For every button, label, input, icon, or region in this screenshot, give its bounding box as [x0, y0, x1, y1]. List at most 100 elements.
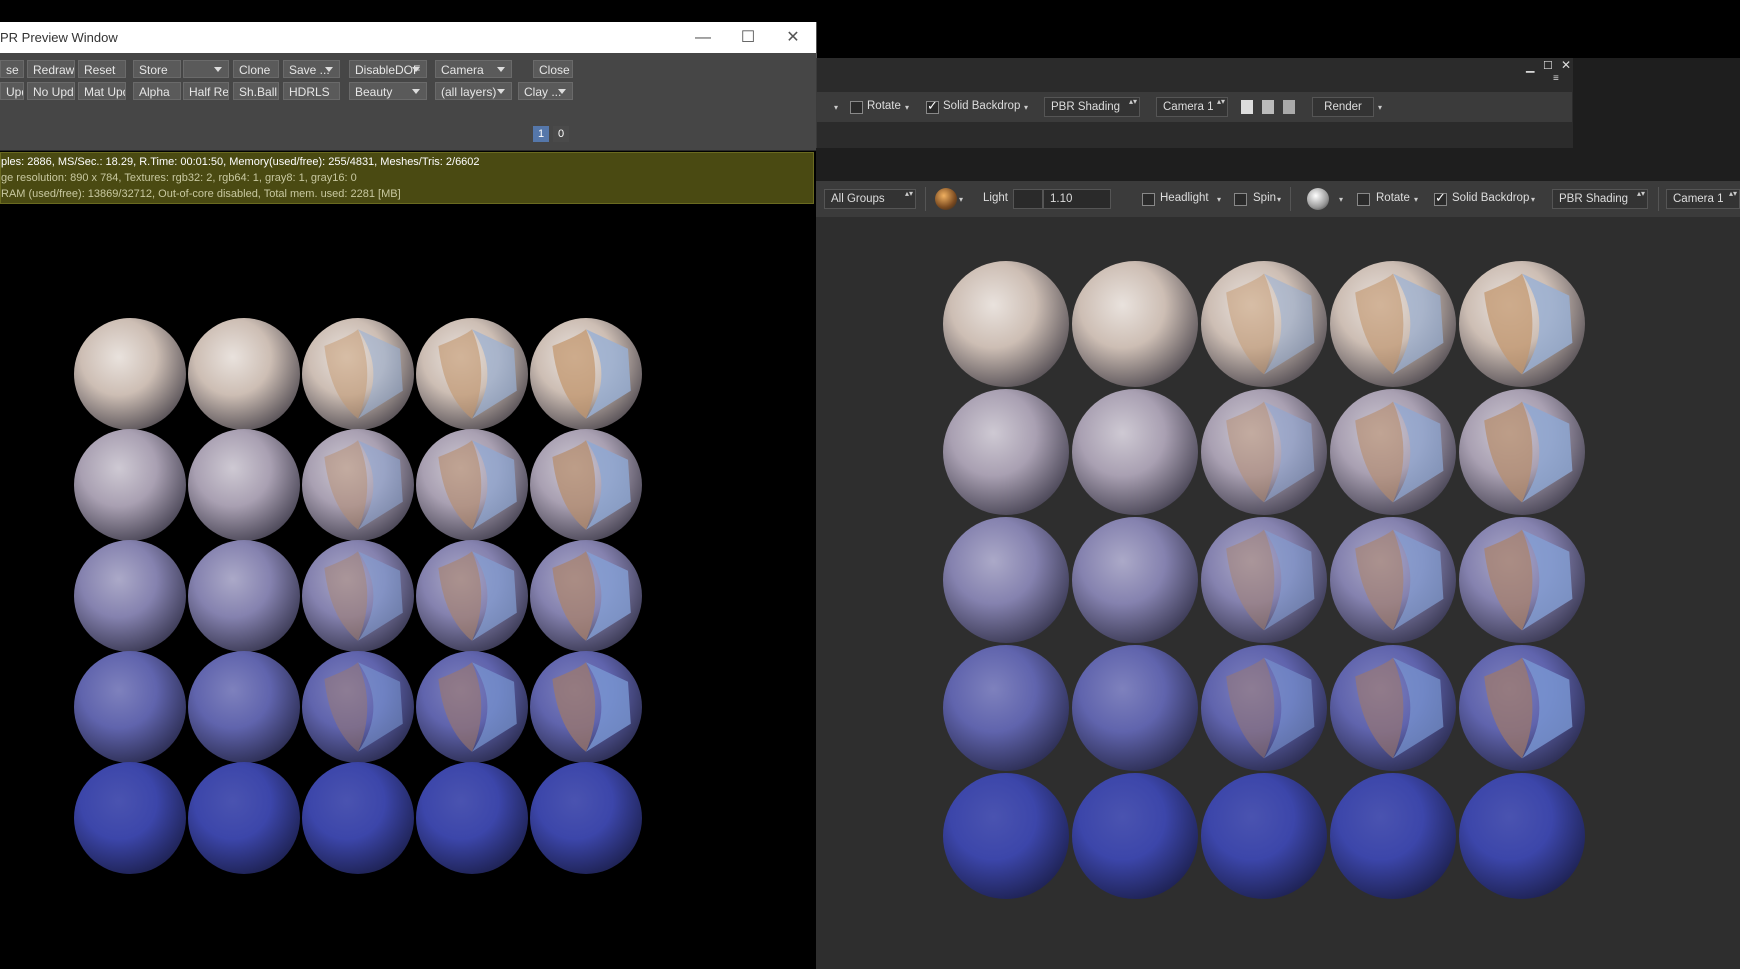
viewport-toolbar: All Groups ▾ Light 1.10 Headlight ▾ Spin… [816, 181, 1740, 217]
light-slider[interactable] [1013, 189, 1043, 209]
chevron-down-icon[interactable]: ▾ [1339, 195, 1343, 204]
camera-dropdown[interactable]: Camera [435, 60, 512, 78]
shader-ball [943, 773, 1069, 899]
alpha-button[interactable]: Alpha [133, 82, 181, 100]
shader-ball [1072, 517, 1198, 643]
shader-ball [530, 762, 642, 874]
close-icon[interactable]: ✕ [770, 22, 816, 53]
trash-icon[interactable] [1283, 100, 1295, 114]
shader-ball [188, 762, 300, 874]
half-res-button[interactable]: Half Res [183, 82, 229, 100]
shader-ball [416, 762, 528, 874]
maximize-icon[interactable]: ☐ [725, 22, 771, 53]
camera-select[interactable]: Camera 1 [1156, 97, 1228, 117]
shader-ball [74, 318, 186, 430]
spin-label: Spin [1253, 192, 1277, 204]
shading-select[interactable]: PBR Shading [1044, 97, 1140, 117]
status-line-samples: ples: 2886, MS/Sec.: 18.29, R.Time: 00:0… [1, 156, 480, 168]
shader-ball [943, 261, 1069, 387]
shader-ball [1330, 773, 1456, 899]
title-bar: PR Preview Window — ☐ ✕ [0, 22, 816, 53]
chevron-down-icon[interactable]: ▾ [1217, 195, 1221, 204]
render-button[interactable]: Render [1312, 97, 1374, 117]
layout-viewport: ▁ ☐ ✕ ≡ ▾ Rotate ▾ Solid Backdrop ▾ PBR … [816, 58, 1740, 969]
toolbar-divider [925, 187, 926, 211]
rotate-checkbox[interactable] [1357, 193, 1370, 206]
shader-ball [188, 651, 300, 763]
shader-ball-button[interactable]: Sh.Ball [233, 82, 279, 100]
chevron-down-icon[interactable]: ▾ [1414, 195, 1418, 204]
hdrls-button[interactable]: HDRLS [283, 82, 340, 100]
rotate-label: Rotate [867, 100, 901, 112]
pass-button-1[interactable]: 1 [533, 126, 549, 142]
material-update-button[interactable]: Mat Upd [78, 82, 126, 100]
ipr-toolbar: se Redraw Reset Store Clone Save ... Dis… [0, 53, 816, 151]
status-line-memory: RAM (used/free): 13869/32712, Out-of-cor… [1, 188, 401, 200]
rotate-label: Rotate [1376, 192, 1410, 204]
dof-dropdown[interactable]: DisableDOF [349, 60, 427, 78]
clay-dropdown[interactable]: Clay ... [518, 82, 573, 100]
pause-button[interactable]: se [0, 60, 24, 78]
store-slot-dropdown[interactable] [183, 60, 229, 78]
camera-select[interactable]: Camera 1 [1666, 189, 1740, 209]
no-update-button[interactable]: No Upd. [27, 82, 75, 100]
toolbar-divider [1290, 187, 1291, 211]
pass-dropdown[interactable]: Beauty [349, 82, 427, 100]
environment-ball-icon[interactable] [935, 188, 957, 210]
chevron-down-icon[interactable]: ▾ [1378, 103, 1382, 112]
shader-ball [1459, 773, 1585, 899]
shader-ball [1072, 773, 1198, 899]
chevron-down-icon[interactable]: ▾ [1024, 103, 1028, 112]
update-button[interactable]: Upd. [0, 82, 24, 100]
shader-ball [1072, 389, 1198, 515]
shader-ball [1072, 261, 1198, 387]
viewport-canvas[interactable] [816, 217, 1740, 969]
chevron-down-icon[interactable]: ▾ [905, 103, 909, 112]
minimize-icon[interactable]: ▁ [1526, 60, 1534, 73]
headlight-checkbox[interactable] [1142, 193, 1155, 206]
solid-backdrop-checkbox[interactable] [1434, 190, 1447, 206]
shader-ball [188, 318, 300, 430]
toolbar-divider [1658, 187, 1659, 211]
shader-ball [1072, 645, 1198, 771]
save-icon[interactable] [1262, 100, 1274, 114]
shader-ball [188, 429, 300, 541]
solid-backdrop-label: Solid Backdrop [943, 100, 1021, 112]
shader-ball-icon[interactable] [1307, 188, 1329, 210]
close-button[interactable]: Close [533, 60, 573, 78]
solid-backdrop-label: Solid Backdrop [1452, 192, 1530, 204]
back-viewport-toolbar: ▾ Rotate ▾ Solid Backdrop ▾ PBR Shading … [816, 92, 1572, 122]
chevron-down-icon[interactable]: ▾ [959, 195, 963, 204]
solid-backdrop-checkbox[interactable] [926, 98, 939, 114]
reset-button[interactable]: Reset [78, 60, 126, 78]
status-line-resolution: ge resolution: 890 x 784, Textures: rgb3… [1, 172, 357, 184]
rotate-checkbox[interactable] [850, 101, 863, 114]
light-value-field[interactable]: 1.10 [1043, 189, 1111, 209]
shader-ball [74, 540, 186, 652]
render-view[interactable] [0, 208, 816, 969]
save-dropdown[interactable]: Save ... [283, 60, 340, 78]
spin-checkbox[interactable] [1234, 193, 1247, 206]
groups-select[interactable]: All Groups [824, 189, 916, 209]
window-title: PR Preview Window [0, 30, 118, 45]
close-icon[interactable]: ✕ [1561, 58, 1571, 72]
layers-dropdown[interactable]: (all layers) [435, 82, 512, 100]
store-button[interactable]: Store [133, 60, 181, 78]
chevron-down-icon[interactable]: ▾ [1531, 195, 1535, 204]
chevron-down-icon[interactable]: ▾ [1277, 195, 1281, 204]
shader-ball [74, 429, 186, 541]
minimize-icon[interactable]: — [680, 22, 726, 53]
ipr-preview-window: PR Preview Window — ☐ ✕ se Redraw Reset … [0, 22, 817, 969]
chevron-down-icon[interactable]: ▾ [834, 103, 838, 112]
maximize-icon[interactable]: ☐ [1543, 59, 1553, 72]
clone-button[interactable]: Clone [233, 60, 279, 78]
light-label: Light [983, 192, 1008, 204]
pass-button-0[interactable]: 0 [553, 126, 569, 142]
shader-ball [943, 645, 1069, 771]
redraw-button[interactable]: Redraw [27, 60, 75, 78]
menu-icon[interactable]: ≡ [1553, 73, 1559, 84]
shading-select[interactable]: PBR Shading [1552, 189, 1648, 209]
shader-ball [74, 651, 186, 763]
new-icon[interactable] [1241, 100, 1253, 114]
shader-ball [943, 389, 1069, 515]
